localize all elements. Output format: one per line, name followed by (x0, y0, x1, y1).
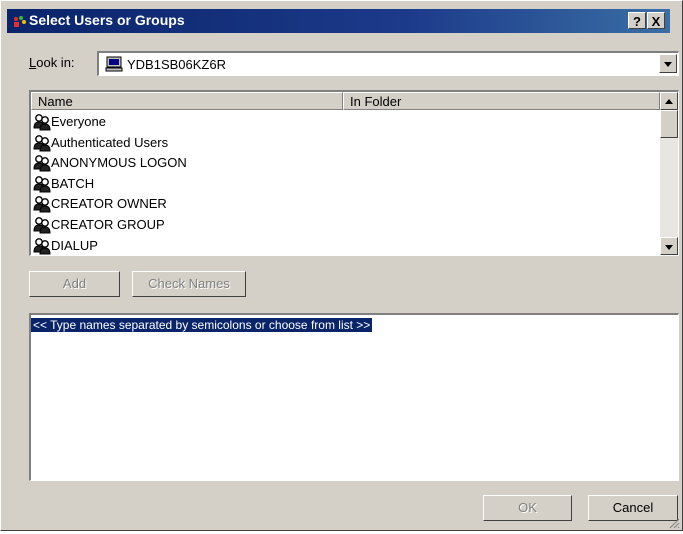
look-in-label: Look in: (29, 55, 75, 70)
group-icon (33, 134, 51, 152)
list-item-name: Everyone (51, 114, 106, 129)
group-icon (33, 237, 51, 255)
column-header-name[interactable]: Name (31, 92, 343, 110)
look-in-dropdown[interactable]: YDB1SB06KZ6R (97, 51, 679, 76)
ok-button[interactable]: OK (483, 495, 572, 521)
list-item[interactable]: Everyone (31, 112, 659, 133)
list-item[interactable]: CREATOR GROUP (31, 215, 659, 236)
users-groups-icon (13, 15, 27, 27)
group-icon (33, 155, 51, 172)
computer-icon (105, 56, 123, 72)
cancel-button[interactable]: Cancel (588, 495, 678, 521)
list-item-name: BATCH (51, 175, 95, 191)
help-button[interactable]: ? (628, 12, 646, 29)
group-icon (33, 217, 51, 234)
list-item-name: DIALUP (51, 237, 98, 253)
vertical-scrollbar[interactable] (660, 92, 678, 255)
list-item-name: CREATOR GROUP (51, 216, 165, 232)
list-item-name: ANONYMOUS LOGON (51, 155, 187, 171)
look-in-value: YDB1SB06KZ6R (127, 57, 226, 72)
list-item[interactable]: ANONYMOUS LOGON (31, 153, 659, 174)
names-input[interactable]: << Type names separated by semicolons or… (29, 313, 679, 481)
ok-button-label: OK (518, 500, 537, 515)
list-item[interactable]: Authenticated Users (31, 133, 659, 154)
names-hint-text: << Type names separated by semicolons or… (31, 318, 373, 332)
chevron-down-icon (664, 62, 672, 67)
list-item-name: CREATOR OWNER (51, 196, 167, 212)
check-names-button-label: Check Names (148, 276, 230, 291)
column-header-in-folder[interactable]: In Folder (343, 92, 660, 110)
list-item[interactable]: CREATOR OWNER (31, 194, 659, 215)
add-button[interactable]: Add (29, 271, 120, 297)
group-icon (33, 114, 51, 131)
list-rows: Everyone Authenticated Users ANONYMOUS LOG… (31, 112, 659, 255)
select-users-dialog: Select Users or Groups ? X Look in: YDB1… (0, 0, 683, 531)
scroll-up-button[interactable] (660, 92, 678, 110)
list-item[interactable]: DIALUP (31, 236, 659, 255)
list-item-name: Authenticated Users (51, 134, 169, 150)
check-names-button[interactable]: Check Names (132, 271, 246, 297)
dropdown-button[interactable] (659, 54, 677, 73)
group-icon (33, 175, 51, 193)
close-button[interactable]: X (647, 12, 665, 29)
arrow-up-icon (665, 99, 673, 104)
window-title: Select Users or Groups (29, 12, 185, 28)
group-icon (33, 196, 51, 213)
add-button-label: Add (62, 276, 87, 291)
list-item[interactable]: BATCH (31, 174, 659, 195)
scroll-down-button[interactable] (660, 237, 678, 255)
arrow-down-icon (665, 245, 673, 250)
cancel-button-label: Cancel (612, 500, 654, 515)
users-list[interactable]: Name In Folder Everyone Authenticated Use… (29, 90, 679, 256)
scroll-thumb[interactable] (660, 110, 678, 138)
resize-grip-icon[interactable] (668, 516, 680, 529)
title-bar[interactable]: Select Users or Groups ? X (7, 9, 670, 33)
